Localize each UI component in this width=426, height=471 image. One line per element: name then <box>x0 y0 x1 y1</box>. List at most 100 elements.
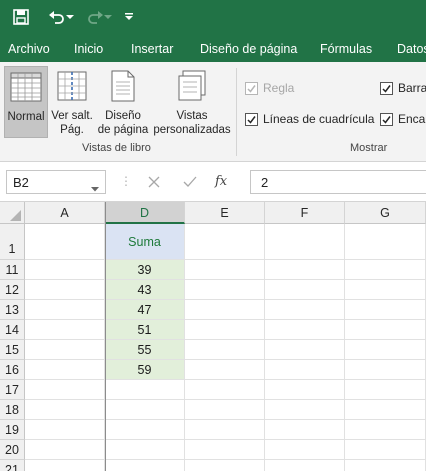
row-header-18[interactable]: 18 <box>0 400 25 420</box>
tab-inicio[interactable]: Inicio <box>74 42 103 56</box>
tab-archivo[interactable]: Archivo <box>8 42 50 56</box>
cell-e20[interactable] <box>185 440 265 460</box>
cell-d19[interactable] <box>105 420 185 440</box>
cell-d1[interactable]: Suma <box>105 224 185 260</box>
cell-a14[interactable] <box>25 320 105 340</box>
cell-f1[interactable] <box>265 224 345 260</box>
cell-e17[interactable] <box>185 380 265 400</box>
undo-dropdown-icon[interactable] <box>64 6 76 28</box>
cell-a20[interactable] <box>25 440 105 460</box>
cell-d17[interactable] <box>105 380 185 400</box>
tab-formulas[interactable]: Fórmulas <box>320 42 372 56</box>
cell-e14[interactable] <box>185 320 265 340</box>
name-box[interactable]: B2 <box>6 170 106 194</box>
name-box-dropdown-icon[interactable] <box>91 180 99 195</box>
cell-g12[interactable] <box>345 280 426 300</box>
cell-d13[interactable]: 47 <box>105 300 185 320</box>
row-header-19[interactable]: 19 <box>0 420 25 440</box>
row-header-15[interactable]: 15 <box>0 340 25 360</box>
cell-a16[interactable] <box>25 360 105 380</box>
cell-e12[interactable] <box>185 280 265 300</box>
cell-e15[interactable] <box>185 340 265 360</box>
cell-f17[interactable] <box>265 380 345 400</box>
cell-a15[interactable] <box>25 340 105 360</box>
cell-a19[interactable] <box>25 420 105 440</box>
tab-diseno-de-pagina[interactable]: Diseño de página <box>200 42 297 56</box>
cell-f18[interactable] <box>265 400 345 420</box>
row-header-11[interactable]: 11 <box>0 260 25 280</box>
cell-f19[interactable] <box>265 420 345 440</box>
row-header-14[interactable]: 14 <box>0 320 25 340</box>
cell-d12[interactable]: 43 <box>105 280 185 300</box>
page-break-preview-button[interactable]: Ver salt. Pág. <box>49 66 95 138</box>
formula-input[interactable]: 2 <box>250 170 426 194</box>
cancel-icon[interactable] <box>140 170 168 194</box>
column-header-a[interactable]: A <box>25 202 105 224</box>
cell-g17[interactable] <box>345 380 426 400</box>
cell-d18[interactable] <box>105 400 185 420</box>
column-header-e[interactable]: E <box>185 202 265 224</box>
redo-dropdown-icon[interactable] <box>102 6 114 28</box>
cell-f14[interactable] <box>265 320 345 340</box>
row-header-12[interactable]: 12 <box>0 280 25 300</box>
save-icon[interactable] <box>10 6 32 28</box>
cell-f15[interactable] <box>265 340 345 360</box>
checkbox-regla[interactable]: Regla <box>245 81 294 95</box>
cell-f21[interactable] <box>265 460 345 471</box>
row-header-1[interactable]: 1 <box>0 224 25 260</box>
tab-datos[interactable]: Datos <box>397 42 426 56</box>
cell-g16[interactable] <box>345 360 426 380</box>
cell-f16[interactable] <box>265 360 345 380</box>
row-header-20[interactable]: 20 <box>0 440 25 460</box>
cell-e16[interactable] <box>185 360 265 380</box>
customize-qat-icon[interactable] <box>118 6 140 28</box>
cell-a11[interactable] <box>25 260 105 280</box>
cell-a21[interactable] <box>25 460 105 471</box>
cell-d11[interactable]: 39 <box>105 260 185 280</box>
checkbox-barra[interactable]: Barra <box>380 81 426 95</box>
cell-g11[interactable] <box>345 260 426 280</box>
row-header-13[interactable]: 13 <box>0 300 25 320</box>
checkbox-encabezados[interactable]: Encab <box>380 112 426 126</box>
cell-g15[interactable] <box>345 340 426 360</box>
cell-g1[interactable] <box>345 224 426 260</box>
cell-d21[interactable] <box>105 460 185 471</box>
cell-a13[interactable] <box>25 300 105 320</box>
cell-g13[interactable] <box>345 300 426 320</box>
column-header-d[interactable]: D <box>105 202 185 224</box>
row-header-21[interactable]: 21 <box>0 460 25 471</box>
cell-e18[interactable] <box>185 400 265 420</box>
cell-f12[interactable] <box>265 280 345 300</box>
cell-a12[interactable] <box>25 280 105 300</box>
cell-e13[interactable] <box>185 300 265 320</box>
row-header-17[interactable]: 17 <box>0 380 25 400</box>
cell-a18[interactable] <box>25 400 105 420</box>
column-header-f[interactable]: F <box>265 202 345 224</box>
cell-g14[interactable] <box>345 320 426 340</box>
cell-d16[interactable]: 59 <box>105 360 185 380</box>
cell-d20[interactable] <box>105 440 185 460</box>
cell-f11[interactable] <box>265 260 345 280</box>
cell-d14[interactable]: 51 <box>105 320 185 340</box>
page-layout-button[interactable]: Diseño de página <box>96 66 150 138</box>
cell-g18[interactable] <box>345 400 426 420</box>
enter-check-icon[interactable] <box>176 170 204 194</box>
cell-g21[interactable] <box>345 460 426 471</box>
cell-d15[interactable]: 55 <box>105 340 185 360</box>
cell-a1[interactable] <box>25 224 105 260</box>
cell-e19[interactable] <box>185 420 265 440</box>
cell-a17[interactable] <box>25 380 105 400</box>
cell-g19[interactable] <box>345 420 426 440</box>
cell-g20[interactable] <box>345 440 426 460</box>
tab-insertar[interactable]: Insertar <box>131 42 173 56</box>
insert-function-button[interactable]: fx <box>215 174 227 189</box>
checkbox-lineas-de-cuadricula[interactable]: Líneas de cuadrícula <box>245 112 374 126</box>
select-all-corner[interactable] <box>0 202 25 224</box>
cell-e1[interactable] <box>185 224 265 260</box>
row-header-16[interactable]: 16 <box>0 360 25 380</box>
cell-f13[interactable] <box>265 300 345 320</box>
cell-f20[interactable] <box>265 440 345 460</box>
custom-views-button[interactable]: Vistas personalizadas <box>151 66 233 138</box>
cell-e21[interactable] <box>185 460 265 471</box>
normal-view-button[interactable]: Normal <box>4 66 48 138</box>
